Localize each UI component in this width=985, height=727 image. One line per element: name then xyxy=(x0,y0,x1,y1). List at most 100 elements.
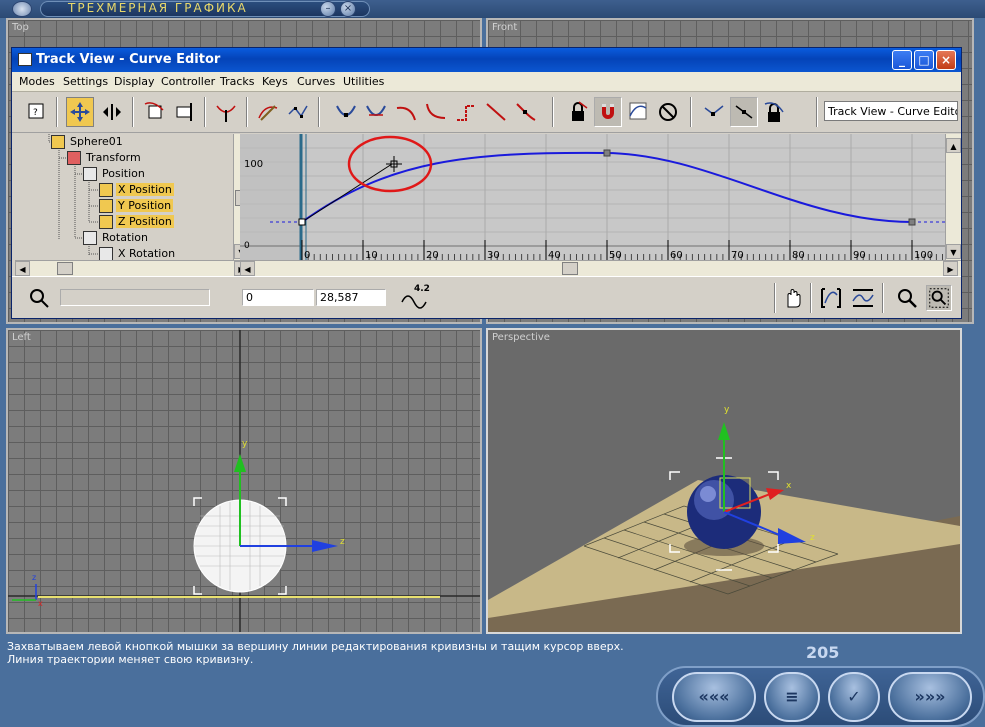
app-minimize-button[interactable]: – xyxy=(320,1,336,17)
tree-horizontal-scrollbar[interactable]: ◀ ▶ xyxy=(15,260,250,276)
tangent-smooth-button[interactable] xyxy=(512,97,540,127)
curve-value-scale[interactable]: 4.2 xyxy=(400,284,432,310)
frame-tick-label: 0 xyxy=(304,250,310,260)
curve-editor-graph[interactable]: 100 0 0 10 20 30 40 50 60 70 80 90 100 xyxy=(240,134,945,260)
viewport-label-perspective: Perspective xyxy=(492,332,550,343)
scale-values-icon xyxy=(176,103,192,121)
scroll-down-icon[interactable]: ▼ xyxy=(946,244,961,259)
close-button[interactable]: × xyxy=(936,50,956,70)
viewport-left[interactable]: Left y z z x xyxy=(6,328,482,634)
menu-keys[interactable]: Keys xyxy=(262,75,288,88)
menu-utilities[interactable]: Utilities xyxy=(343,75,384,88)
tree-item-label: Rotation xyxy=(102,231,149,244)
parameter-curve-button[interactable] xyxy=(624,97,652,127)
menu-bar: Modes Settings Display Controller Tracks… xyxy=(12,72,961,92)
tangent-custom-button[interactable] xyxy=(362,97,390,127)
curve-vertical-scrollbar[interactable]: ▲ ▼ xyxy=(945,134,961,260)
perspective-viewport-scene: y x z xyxy=(488,405,960,632)
track-name-field[interactable] xyxy=(60,289,210,306)
frame-tick-label: 80 xyxy=(792,250,805,260)
track-view-name-field[interactable]: Track View - Curve Editor xyxy=(824,101,958,121)
tree-item-label: Sphere01 xyxy=(70,135,123,148)
scroll-up-icon[interactable]: ▲ xyxy=(946,138,961,153)
back-button[interactable]: ««« xyxy=(672,672,756,722)
lock-selection-button[interactable] xyxy=(564,97,592,127)
menu-controller[interactable]: Controller xyxy=(161,75,215,88)
transform-controller-icon xyxy=(67,151,81,165)
frame-field[interactable]: 0 xyxy=(242,289,314,306)
minimize-button[interactable]: _ xyxy=(892,50,912,70)
filters-icon: ? xyxy=(28,103,44,119)
app-close-button[interactable]: × xyxy=(340,1,356,17)
pan-hand-icon[interactable] xyxy=(780,285,806,311)
viewport-perspective[interactable]: Perspective y x z xyxy=(486,328,962,634)
scale-keys-button[interactable] xyxy=(140,97,168,127)
zoom-region-icon[interactable] xyxy=(926,285,952,311)
curve-horizontal-scrollbar[interactable]: ◀ ▶ xyxy=(240,260,961,276)
value-field[interactable]: 28,587 xyxy=(316,289,386,306)
app-logo-icon[interactable] xyxy=(12,1,32,17)
zoom-icon[interactable] xyxy=(894,285,920,311)
filters-button[interactable]: ? xyxy=(22,97,50,127)
frame-tick-label: 30 xyxy=(487,250,500,260)
toolbar-separator xyxy=(204,97,206,127)
toolbar-separator xyxy=(816,97,818,127)
menu-display[interactable]: Display xyxy=(114,75,155,88)
select-by-name-icon[interactable] xyxy=(26,285,52,311)
menu-tracks[interactable]: Tracks xyxy=(220,75,255,88)
svg-text:y: y xyxy=(242,439,248,449)
tangent-step-button[interactable] xyxy=(452,97,480,127)
check-button[interactable]: ✓ xyxy=(828,672,880,722)
viewport-label-front: Front xyxy=(492,22,518,33)
track-view-app-icon xyxy=(18,53,32,66)
tangent-linear-button[interactable] xyxy=(482,97,510,127)
svg-text:x: x xyxy=(38,599,43,608)
curve-track-icon xyxy=(99,183,113,197)
zoom-value-extents-icon[interactable] xyxy=(850,285,876,311)
track-view-titlebar[interactable]: Track View - Curve Editor _ □ × xyxy=(12,48,961,72)
slide-keys-icon xyxy=(103,104,121,120)
y-axis-tick-100: 100 xyxy=(244,159,263,170)
menu-settings[interactable]: Settings xyxy=(63,75,108,88)
frame-tick-label: 50 xyxy=(609,250,622,260)
zoom-horizontal-extents-icon[interactable] xyxy=(818,285,844,311)
caption-text: Захватываем левой кнопкой мышки за верши… xyxy=(7,640,647,666)
add-keys-button[interactable] xyxy=(212,97,240,127)
status-separator xyxy=(774,283,776,313)
curve-editor-toolbar: ? Track View - Curve Editor xyxy=(12,93,961,133)
svg-text:?: ? xyxy=(33,108,38,118)
page-number: 205 xyxy=(806,643,840,662)
scale-values-button[interactable] xyxy=(170,97,198,127)
contents-button[interactable]: ≡ xyxy=(764,672,820,722)
track-view-window: Track View - Curve Editor _ □ × Modes Se… xyxy=(11,47,962,319)
scroll-left-icon[interactable]: ◀ xyxy=(240,261,255,276)
move-keys-button[interactable] xyxy=(66,97,94,127)
forward-button[interactable]: »»» xyxy=(888,672,972,722)
tangent-custom-icon xyxy=(366,105,386,116)
slide-keys-button[interactable] xyxy=(98,97,126,127)
maximize-button[interactable]: □ xyxy=(914,50,934,70)
tree-hscroll-thumb[interactable] xyxy=(57,262,73,275)
lock-tangents-button[interactable] xyxy=(760,97,788,127)
frame-tick-label: 10 xyxy=(365,250,378,260)
scroll-left-icon[interactable]: ◀ xyxy=(15,261,30,276)
left-viewport-scene: y z z x xyxy=(8,330,480,632)
draw-curves-button[interactable] xyxy=(254,97,282,127)
reduce-keys-button[interactable] xyxy=(284,97,312,127)
tree-item-label: Z Position xyxy=(116,215,174,228)
scroll-right-icon[interactable]: ▶ xyxy=(943,261,958,276)
show-tangent-handles-button[interactable] xyxy=(730,97,758,127)
tangent-auto-icon xyxy=(336,105,356,117)
tangent-auto-button[interactable] xyxy=(332,97,360,127)
show-tangents-button[interactable] xyxy=(654,97,682,127)
toolbar-separator xyxy=(318,97,320,127)
controller-tree: Sphere01 Transform Position X Position Y… xyxy=(15,134,233,260)
curve-hscroll-thumb[interactable] xyxy=(562,262,578,275)
menu-modes[interactable]: Modes xyxy=(19,75,55,88)
caption-line-1: Захватываем левой кнопкой мышки за верши… xyxy=(7,640,624,653)
tangent-fast-button[interactable] xyxy=(392,97,420,127)
menu-curves[interactable]: Curves xyxy=(297,75,335,88)
show-keyable-button[interactable] xyxy=(700,97,728,127)
tangent-slow-button[interactable] xyxy=(422,97,450,127)
snap-frames-button[interactable] xyxy=(594,97,622,127)
